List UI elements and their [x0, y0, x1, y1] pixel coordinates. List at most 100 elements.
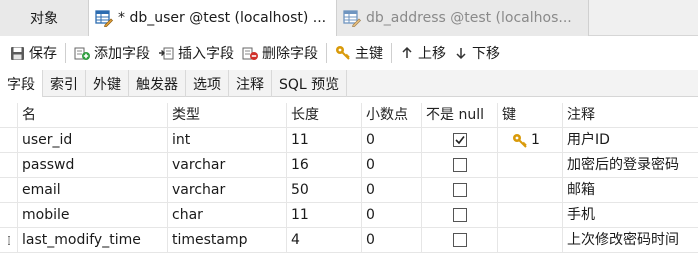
insert-field-button[interactable]: 插入字段: [154, 40, 238, 66]
not-null-cell: [421, 128, 497, 153]
primary-key-button[interactable]: 主键: [331, 40, 387, 66]
field-decimals-cell[interactable]: 0: [361, 128, 421, 153]
field-name-cell[interactable]: email: [17, 178, 167, 203]
field-comment-cell[interactable]: 邮箱: [562, 178, 698, 203]
save-button[interactable]: 保存: [6, 40, 61, 66]
toolbar-divider: [65, 43, 66, 63]
field-length-cell[interactable]: 11: [286, 203, 361, 228]
tab-foreign-keys-label: 外键: [93, 76, 121, 93]
key-cell[interactable]: [497, 178, 562, 203]
header-type[interactable]: 类型: [167, 103, 286, 128]
insert-field-label: 插入字段: [178, 46, 234, 62]
field-comment-cell[interactable]: 上次修改密码时间: [562, 228, 698, 253]
primary-key-label: 主键: [355, 46, 383, 62]
field-decimals-cell[interactable]: 0: [361, 178, 421, 203]
toolbar-divider: [391, 43, 392, 63]
field-name-cell[interactable]: passwd: [17, 153, 167, 178]
field-name-cell[interactable]: last_modify_time: [17, 228, 167, 253]
table-row[interactable]: passwd varchar 16 0 加密后的登录密码: [0, 153, 698, 178]
move-up-button[interactable]: 上移: [396, 40, 450, 66]
field-type-cell[interactable]: varchar: [167, 178, 286, 203]
key-cell[interactable]: 1: [497, 128, 562, 153]
field-length-cell[interactable]: 11: [286, 128, 361, 153]
field-type-cell[interactable]: varchar: [167, 153, 286, 178]
not-null-checkbox[interactable]: [453, 183, 467, 197]
tab-db-address-label: db_address @test (localhos...: [366, 10, 572, 26]
tab-objects-label: 对象: [30, 11, 58, 27]
header-key[interactable]: 键: [497, 103, 562, 128]
not-null-checkbox[interactable]: [453, 233, 467, 247]
insert-field-icon: [159, 47, 174, 60]
save-icon: [11, 46, 24, 60]
field-decimals-cell[interactable]: 0: [361, 203, 421, 228]
field-name-cell[interactable]: user_id: [17, 128, 167, 153]
header-comment[interactable]: 注释: [562, 103, 698, 128]
tab-fields[interactable]: 字段: [0, 70, 43, 97]
table-design-icon: [95, 10, 113, 27]
tab-options[interactable]: 选项: [186, 70, 229, 97]
key-icon: [336, 46, 350, 60]
not-null-cell: [421, 228, 497, 253]
tab-sql-preview[interactable]: SQL 预览: [272, 70, 348, 97]
key-cell[interactable]: [497, 153, 562, 178]
delete-field-label: 删除字段: [262, 46, 318, 62]
design-toolbar: 保存 添加字段 插入字段 删除字段 主键 上移 下移: [0, 37, 698, 69]
tab-db-user-label: * db_user @test (localhost) ...: [118, 10, 327, 26]
tab-fields-label: 字段: [7, 76, 35, 93]
document-tab-bar: 对象 * db_user @test (localhost) ... db_ad…: [0, 0, 698, 36]
arrow-down-icon: [456, 48, 466, 60]
field-decimals-cell[interactable]: 0: [361, 228, 421, 253]
field-type-cell[interactable]: char: [167, 203, 286, 228]
field-decimals-cell[interactable]: 0: [361, 153, 421, 178]
add-field-button[interactable]: 添加字段: [70, 40, 154, 66]
move-down-label: 下移: [472, 46, 500, 62]
header-decimals[interactable]: 小数点: [361, 103, 421, 128]
header-not-null[interactable]: 不是 null: [421, 103, 497, 128]
key-icon: [513, 133, 527, 148]
arrow-up-icon: [402, 46, 412, 58]
tab-options-label: 选项: [193, 76, 221, 93]
tab-objects[interactable]: 对象: [0, 0, 89, 36]
field-comment-cell[interactable]: 用户ID: [562, 128, 698, 153]
not-null-checkbox[interactable]: [453, 133, 467, 147]
tab-comment[interactable]: 注释: [229, 70, 272, 97]
tab-foreign-keys[interactable]: 外键: [86, 70, 129, 97]
check-mark-icon: [455, 136, 465, 145]
field-comment-cell[interactable]: 加密后的登录密码: [562, 153, 698, 178]
add-field-icon: [74, 47, 90, 60]
move-down-button[interactable]: 下移: [450, 40, 504, 66]
header-length[interactable]: 长度: [286, 103, 361, 128]
field-type-cell[interactable]: timestamp: [167, 228, 286, 253]
not-null-checkbox[interactable]: [453, 208, 467, 222]
delete-field-button[interactable]: 删除字段: [238, 40, 322, 66]
table-row[interactable]: mobile char 11 0 手机: [0, 203, 698, 228]
tab-comment-label: 注释: [236, 76, 264, 93]
tab-db-user-design[interactable]: * db_user @test (localhost) ...: [89, 0, 337, 36]
design-sub-tabs: 字段 索引 外键 触发器 选项 注释 SQL 预览: [0, 70, 698, 97]
header-name[interactable]: 名: [17, 103, 167, 128]
tab-indexes[interactable]: 索引: [43, 70, 86, 97]
tab-sql-preview-label: SQL 预览: [279, 76, 340, 93]
delete-field-icon: [242, 47, 258, 60]
table-row[interactable]: email varchar 50 0 邮箱: [0, 178, 698, 203]
tab-triggers[interactable]: 触发器: [129, 70, 186, 97]
table-row[interactable]: user_id int 11 0 1 用户ID: [0, 128, 698, 153]
field-type-cell[interactable]: int: [167, 128, 286, 153]
key-cell[interactable]: [497, 203, 562, 228]
field-length-cell[interactable]: 16: [286, 153, 361, 178]
fields-grid: 名 类型 长度 小数点 不是 null 键 注释 user_id int 11 …: [0, 103, 698, 253]
add-field-label: 添加字段: [94, 46, 150, 62]
grid-header-row: 名 类型 长度 小数点 不是 null 键 注释: [0, 103, 698, 128]
not-null-checkbox[interactable]: [453, 158, 467, 172]
table-row[interactable]: last_modify_time timestamp 4 0 上次修改密码时间: [0, 228, 698, 253]
field-name-cell[interactable]: mobile: [17, 203, 167, 228]
text-cursor-icon: [8, 236, 10, 245]
field-length-cell[interactable]: 50: [286, 178, 361, 203]
not-null-cell: [421, 153, 497, 178]
tab-indexes-label: 索引: [50, 76, 78, 93]
field-comment-cell[interactable]: 手机: [562, 203, 698, 228]
key-cell[interactable]: [497, 228, 562, 253]
not-null-cell: [421, 178, 497, 203]
field-length-cell[interactable]: 4: [286, 228, 361, 253]
tab-db-address-design[interactable]: db_address @test (localhos...: [337, 0, 589, 36]
